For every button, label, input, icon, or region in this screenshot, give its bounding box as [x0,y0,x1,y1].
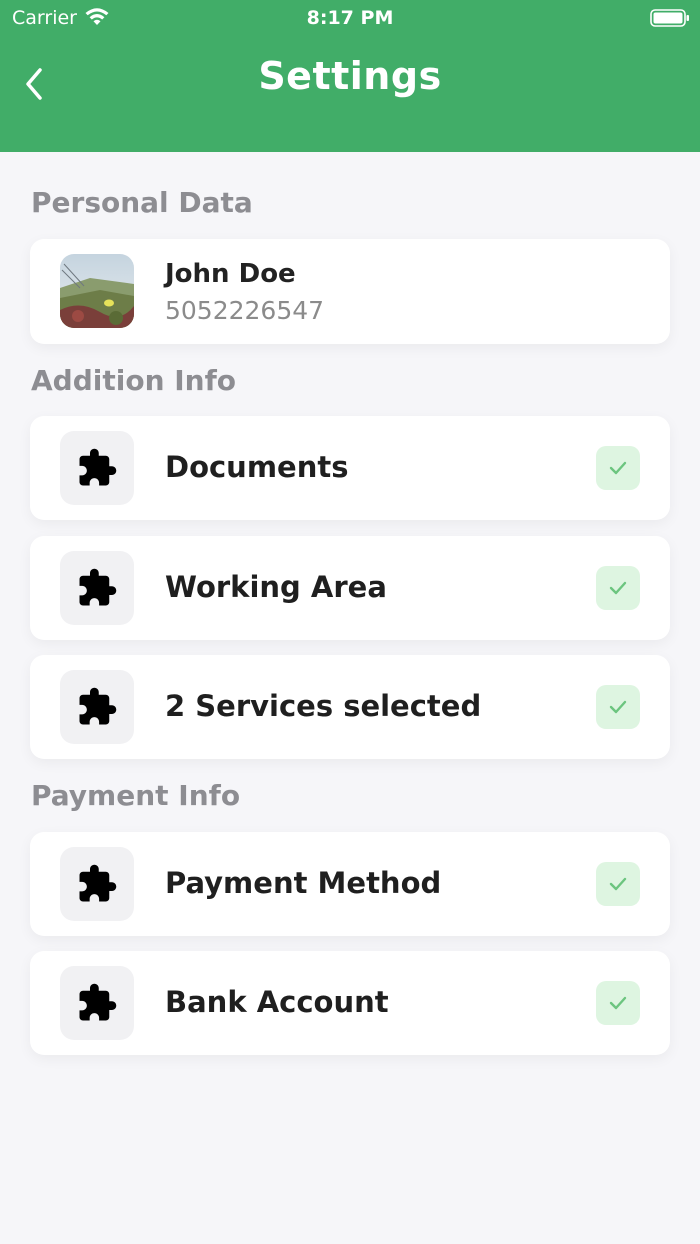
row-icon-container [60,847,134,921]
row-label: Documents [165,450,349,484]
row-icon-container [60,966,134,1040]
list-item-working-area[interactable]: Working Area [30,536,670,640]
puzzle-icon [79,568,117,606]
checkmark-icon [609,996,627,1010]
list-item-documents[interactable]: Documents [30,416,670,520]
list-item-services[interactable]: 2 Services selected [30,655,670,759]
checkmark-icon [609,700,627,714]
puzzle-icon [79,983,117,1021]
list-item-bank-account[interactable]: Bank Account [30,951,670,1055]
row-icon-container [60,431,134,505]
row-icon-container [60,551,134,625]
puzzle-icon [79,687,117,725]
row-label: 2 Services selected [165,689,482,723]
checkmark-icon [609,877,627,891]
row-label: Payment Method [165,866,442,900]
status-badge [596,685,640,729]
section-title-personal-data: Personal Data [31,186,253,219]
checkmark-icon [609,581,627,595]
puzzle-icon [79,864,117,902]
status-badge [596,566,640,610]
row-label: Working Area [165,570,387,604]
avatar [60,254,134,328]
status-badge [596,862,640,906]
status-badge [596,981,640,1025]
clock: 8:17 PM [306,7,394,29]
section-title-addition-info: Addition Info [31,364,237,397]
row-icon-container [60,670,134,744]
list-item-payment-method[interactable]: Payment Method [30,832,670,936]
status-badge [596,446,640,490]
profile-phone: 5052226547 [165,296,325,325]
avatar-photo [60,254,134,328]
checkmark-icon [609,461,627,475]
puzzle-icon [79,448,117,486]
profile-name: John Doe [165,259,296,289]
status-bar: Carrier 8:17 PM [0,0,700,36]
page-title: Settings [258,54,442,98]
section-title-payment-info: Payment Info [31,779,241,812]
app-header: Carrier 8:17 PM Settings [0,0,700,152]
battery-icon [650,9,689,27]
profile-card[interactable]: John Doe 5052226547 [30,239,670,344]
row-label: Bank Account [165,985,389,1019]
